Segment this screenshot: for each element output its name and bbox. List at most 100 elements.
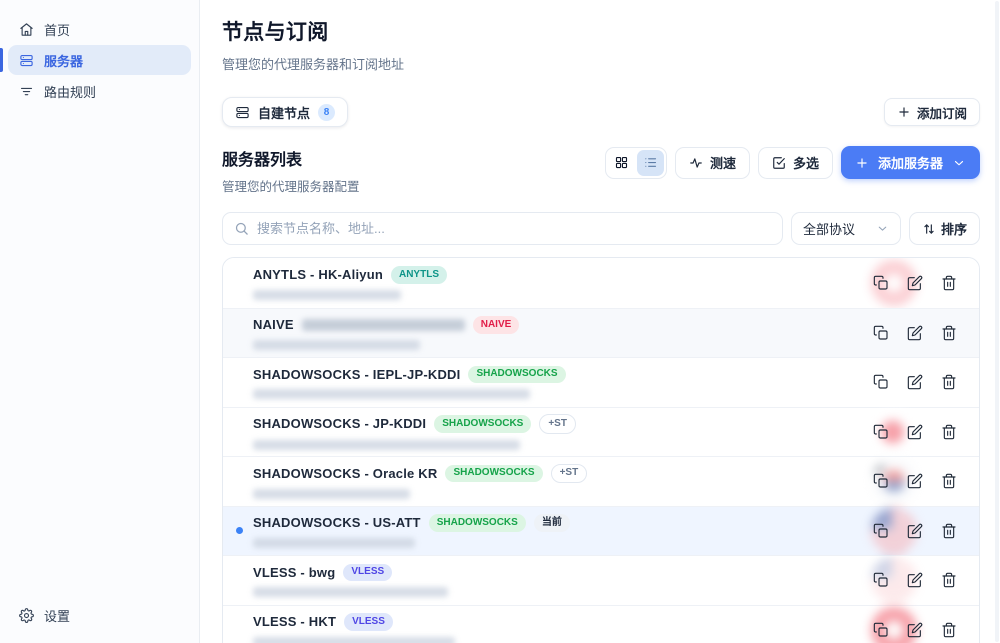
sidebar-item-routing-rules[interactable]: 路由规则 bbox=[8, 76, 191, 106]
trash-icon bbox=[941, 275, 956, 290]
server-address-redacted bbox=[253, 537, 415, 548]
active-node-dot bbox=[236, 527, 243, 535]
server-row-top: SHADOWSOCKS - JP-KDDI SHADOWSOCKS +ST bbox=[253, 414, 872, 434]
edit-icon bbox=[907, 275, 922, 290]
trash-icon bbox=[941, 523, 956, 538]
sidebar-item-home[interactable]: 首页 bbox=[8, 14, 191, 44]
delete-button[interactable] bbox=[940, 621, 957, 638]
delete-button[interactable] bbox=[940, 522, 957, 539]
sidebar-item-servers[interactable]: 服务器 bbox=[0, 45, 191, 75]
server-row-actions bbox=[872, 324, 957, 341]
speed-test-button[interactable]: 测速 bbox=[674, 146, 750, 179]
server-address-redacted bbox=[253, 587, 448, 597]
delete-button[interactable] bbox=[940, 374, 957, 391]
server-row-info: SHADOWSOCKS - IEPL-JP-KDDI SHADOWSOCKS bbox=[253, 365, 872, 399]
server-address-redacted bbox=[253, 339, 420, 350]
copy-icon bbox=[873, 573, 888, 587]
sidebar-item-label: 首页 bbox=[44, 22, 71, 38]
delete-button[interactable] bbox=[940, 324, 957, 341]
server-row[interactable]: SHADOWSOCKS - JP-KDDI SHADOWSOCKS +ST bbox=[223, 406, 979, 456]
delete-button[interactable] bbox=[940, 274, 957, 291]
server-name: NAIVE bbox=[253, 317, 294, 333]
scrollbar[interactable] bbox=[995, 1, 999, 642]
grid-view-button[interactable] bbox=[608, 150, 635, 176]
filter-icon bbox=[20, 87, 33, 95]
server-row-info: ANYTLS - HK-Aliyun ANYTLS bbox=[253, 266, 872, 300]
sort-button[interactable]: 排序 bbox=[908, 212, 980, 245]
edit-button[interactable] bbox=[906, 572, 923, 589]
trash-icon bbox=[941, 424, 956, 439]
server-list: ANYTLS - HK-Aliyun ANYTLS NAIVE NAIVE SH… bbox=[222, 257, 980, 643]
tab-self-built-nodes[interactable]: 自建节点 8 bbox=[222, 97, 349, 127]
search-icon bbox=[235, 222, 248, 235]
list-icon bbox=[645, 158, 657, 167]
protocol-filter-select[interactable]: 全部协议 bbox=[790, 212, 901, 245]
server-name: ANYTLS - HK-Aliyun bbox=[253, 267, 383, 283]
copy-button[interactable] bbox=[872, 473, 889, 490]
server-row-top: SHADOWSOCKS - IEPL-JP-KDDI SHADOWSOCKS bbox=[253, 365, 872, 383]
delete-button[interactable] bbox=[940, 572, 957, 589]
server-address-redacted bbox=[253, 289, 401, 300]
server-row[interactable]: SHADOWSOCKS - Oracle KR SHADOWSOCKS +ST bbox=[223, 456, 979, 506]
server-row-info: SHADOWSOCKS - US-ATT SHADOWSOCKS 当前 bbox=[253, 514, 872, 548]
check-square-icon bbox=[773, 156, 785, 169]
trash-icon bbox=[941, 375, 956, 390]
server-row-top: VLESS - HKT VLESS bbox=[253, 613, 872, 631]
copy-button[interactable] bbox=[872, 274, 889, 291]
multi-select-button[interactable]: 多选 bbox=[757, 146, 833, 179]
server-row[interactable]: SHADOWSOCKS - IEPL-JP-KDDI SHADOWSOCKS bbox=[223, 357, 979, 407]
server-row[interactable]: ANYTLS - HK-Aliyun ANYTLS bbox=[223, 258, 979, 308]
edit-button[interactable] bbox=[906, 423, 923, 440]
protocol-badge: NAIVE bbox=[472, 316, 520, 334]
main-content: 节点与订阅 管理您的代理服务器和订阅地址 自建节点 8 添加订阅 服务器列表 管… bbox=[200, 0, 1000, 643]
page-title: 节点与订阅 bbox=[222, 21, 329, 44]
server-address-redacted bbox=[253, 439, 520, 450]
plus-icon bbox=[899, 107, 909, 117]
edit-button[interactable] bbox=[906, 522, 923, 539]
trash-icon bbox=[941, 622, 956, 637]
copy-button[interactable] bbox=[872, 522, 889, 539]
delete-button[interactable] bbox=[940, 473, 957, 490]
server-row[interactable]: VLESS - HKT VLESS bbox=[223, 604, 979, 643]
copy-icon bbox=[873, 523, 888, 538]
copy-button[interactable] bbox=[872, 374, 889, 391]
trash-icon bbox=[941, 573, 956, 588]
copy-button[interactable] bbox=[872, 423, 889, 440]
copy-button[interactable] bbox=[872, 621, 889, 638]
sort-label: 排序 bbox=[940, 222, 967, 237]
edit-button[interactable] bbox=[906, 473, 923, 490]
edit-icon bbox=[907, 374, 922, 390]
server-row[interactable]: VLESS - bwg VLESS bbox=[223, 555, 979, 605]
search-input[interactable] bbox=[257, 221, 771, 236]
add-server-button[interactable]: 添加服务器 bbox=[840, 146, 980, 179]
edit-icon bbox=[907, 424, 922, 439]
server-row-actions bbox=[872, 274, 957, 291]
server-row[interactable]: SHADOWSOCKS - US-ATT SHADOWSOCKS 当前 bbox=[223, 505, 979, 555]
edit-icon bbox=[907, 325, 922, 340]
sidebar-item-settings[interactable]: 设置 bbox=[8, 600, 191, 630]
copy-button[interactable] bbox=[872, 324, 889, 341]
delete-button[interactable] bbox=[940, 423, 957, 440]
tab-label: 自建节点 bbox=[258, 105, 311, 121]
sidebar-nav: 首页 服务器 路由规则 bbox=[0, 13, 199, 107]
protocol-badge: SHADOWSOCKS bbox=[468, 365, 566, 383]
copy-button[interactable] bbox=[872, 572, 889, 589]
server-list-header: 服务器列表 管理您的代理服务器配置 测速 多选 添加服务器 bbox=[222, 146, 980, 195]
edit-button[interactable] bbox=[906, 374, 923, 391]
add-subscription-button[interactable]: 添加订阅 bbox=[883, 98, 980, 126]
server-row[interactable]: NAIVE NAIVE bbox=[223, 307, 979, 357]
edit-button[interactable] bbox=[906, 274, 923, 291]
protocol-badge: VLESS bbox=[344, 613, 393, 631]
server-list-titles: 服务器列表 管理您的代理服务器配置 bbox=[222, 146, 360, 195]
edit-button[interactable] bbox=[906, 324, 923, 341]
server-name: VLESS - bwg bbox=[253, 564, 336, 580]
sidebar: 首页 服务器 路由规则 设置 bbox=[0, 0, 200, 643]
multi-select-label: 多选 bbox=[792, 156, 819, 171]
plus-icon bbox=[857, 157, 867, 168]
protocol-filter-value: 全部协议 bbox=[802, 222, 855, 237]
protocol-badge: +ST bbox=[550, 463, 588, 483]
server-name: SHADOWSOCKS - IEPL-JP-KDDI bbox=[253, 366, 461, 382]
edit-button[interactable] bbox=[906, 621, 923, 638]
list-view-button[interactable] bbox=[636, 149, 664, 176]
server-row-actions bbox=[872, 522, 957, 539]
